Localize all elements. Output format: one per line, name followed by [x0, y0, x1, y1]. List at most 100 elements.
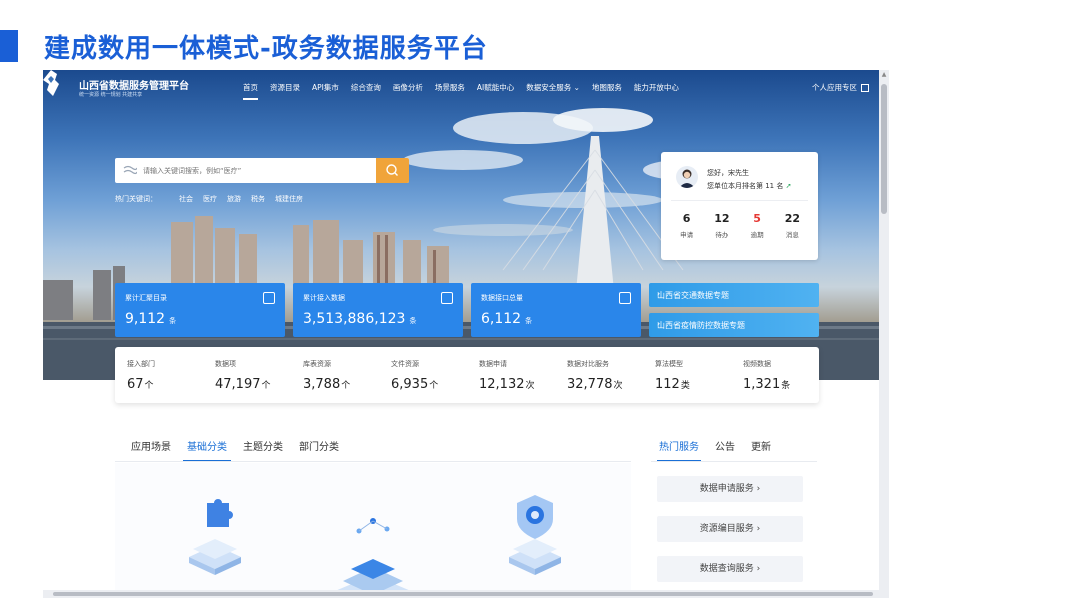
vertical-scroll-thumb[interactable] [881, 84, 887, 214]
metric-number: 3,788 [303, 377, 341, 392]
metric-number: 6,935 [391, 377, 429, 392]
metric-3[interactable]: 文件资源 6,935个 [379, 347, 467, 403]
metric-6[interactable]: 算法模型 112类 [643, 347, 731, 403]
metrics-strip: 接入部门 67个 数据项 47,197个 库表资源 3,788个 文件资源 6,935个 数据申… [115, 347, 819, 403]
service-item-1[interactable]: 资源编目服务 › [657, 516, 803, 542]
vertical-scrollbar[interactable]: ▲ ▼ [879, 70, 889, 598]
stat-card-value: 9,112 条 [125, 311, 176, 327]
user-greeting: 您好，宋先生 [707, 169, 749, 177]
rank-up-arrow-icon: ➚ [785, 182, 792, 190]
user-stat-value: 22 [784, 212, 801, 225]
search-input[interactable] [143, 162, 363, 179]
category-illustration [189, 495, 561, 598]
shield-category-icon [509, 495, 561, 575]
tabs-divider [115, 461, 631, 462]
database-icon [441, 292, 453, 304]
nav-item-7[interactable]: 数据安全服务 ⌄ [526, 82, 580, 93]
nav-item-0[interactable]: 首页 [243, 82, 258, 100]
horizontal-scroll-thumb[interactable] [53, 592, 873, 596]
platform-name: 山西省数据服务管理平台 [79, 81, 189, 92]
topic-link-0[interactable]: 山西省交通数据专题 › [649, 283, 819, 307]
metric-label: 数据项 [215, 360, 236, 368]
nav-item-3[interactable]: 综合查询 [351, 82, 381, 93]
nav-item-1[interactable]: 资源目录 [270, 82, 300, 93]
metric-4[interactable]: 数据申请 12,132次 [467, 347, 555, 403]
network-category-icon [335, 518, 411, 598]
metric-unit: 次 [613, 381, 623, 391]
hot-keyword-3[interactable]: 税务 [251, 194, 265, 204]
user-stat-value: 5 [753, 212, 761, 225]
hot-keyword-2[interactable]: 旅游 [227, 194, 241, 204]
tab-2[interactable]: 主题分类 [235, 432, 291, 459]
stat-card-0[interactable]: 累计汇聚目录 9,112 条 [115, 283, 285, 337]
divider [671, 200, 808, 201]
metric-value: 12,132次 [479, 377, 535, 392]
nav-item-8[interactable]: 地图服务 [592, 82, 622, 93]
nav-item-6[interactable]: AI赋能中心 [477, 82, 514, 93]
metric-number: 12,132 [479, 377, 525, 392]
service-tab-0[interactable]: 热门服务 [651, 432, 707, 462]
service-item-2[interactable]: 数据查询服务 › [657, 556, 803, 582]
metric-label: 文件资源 [391, 360, 419, 368]
metric-7[interactable]: 视频数据 1,321条 [731, 347, 819, 403]
user-stat-消息[interactable]: 22 消息 [776, 212, 808, 239]
metric-unit: 个 [429, 381, 439, 391]
tab-1[interactable]: 基础分类 [179, 432, 235, 462]
metric-number: 112 [655, 377, 680, 392]
stat-card-unit: 条 [169, 317, 177, 325]
topic-link-1[interactable]: 山西省疫情防控数据专题 › [649, 313, 819, 337]
scroll-up-icon[interactable]: ▲ [881, 72, 887, 78]
nav-item-4[interactable]: 画像分析 [393, 82, 423, 93]
metric-number: 1,321 [743, 377, 781, 392]
hot-keyword-4[interactable]: 城建住房 [275, 194, 303, 204]
search-button[interactable] [376, 158, 409, 183]
grid-icon [263, 292, 275, 304]
category-content [115, 463, 631, 598]
horizontal-scrollbar[interactable] [43, 590, 889, 598]
avatar[interactable] [676, 166, 698, 188]
metric-unit: 次 [525, 381, 535, 391]
metric-2[interactable]: 库表资源 3,788个 [291, 347, 379, 403]
metric-unit: 个 [261, 381, 271, 391]
nav-item-2[interactable]: API集市 [312, 82, 339, 93]
user-stat-逾期[interactable]: 5 逾期 [741, 212, 773, 239]
search-bar [115, 158, 409, 183]
hot-keywords-label: 热门关键词： [115, 195, 157, 203]
metric-label: 数据对比服务 [567, 360, 609, 368]
service-tab-1[interactable]: 公告 [707, 432, 743, 459]
metric-value: 3,788个 [303, 377, 350, 392]
tab-3[interactable]: 部门分类 [291, 432, 347, 459]
stat-card-label: 累计接入数据 [303, 294, 345, 302]
user-stat-value: 6 [682, 212, 691, 225]
metric-5[interactable]: 数据对比服务 32,778次 [555, 347, 643, 403]
platform-logo-icon[interactable] [43, 70, 59, 96]
user-stat-label: 逾期 [750, 231, 764, 239]
slide: 建成数用一体模式-政务数据服务平台 山西省数据服务管理平台 统一资源 统一规划 … [0, 0, 1080, 608]
chevron-right-icon: › [657, 319, 661, 328]
metric-1[interactable]: 数据项 47,197个 [203, 347, 291, 403]
metric-value: 112类 [655, 377, 690, 392]
metric-label: 库表资源 [303, 360, 331, 368]
nav-item-9[interactable]: 能力开放中心 [634, 82, 679, 93]
metric-unit: 个 [341, 381, 351, 391]
stat-card-2[interactable]: 数据接口总量 6,112 条 [471, 283, 641, 337]
personal-app-zone-link[interactable]: 个人应用专区 [812, 82, 869, 93]
puzzle-category-icon [189, 499, 241, 575]
tab-0[interactable]: 应用场景 [123, 432, 179, 459]
service-item-0[interactable]: 数据申请服务 › [657, 476, 803, 502]
metric-label: 算法模型 [655, 360, 683, 368]
user-stat-label: 申请 [680, 231, 694, 239]
user-stat-待办[interactable]: 12 待办 [706, 212, 738, 239]
hot-keyword-0[interactable]: 社会 [179, 194, 193, 204]
metric-number: 32,778 [567, 377, 613, 392]
metric-0[interactable]: 接入部门 67个 [115, 347, 203, 403]
nav-item-5[interactable]: 场景服务 [435, 82, 465, 93]
hot-keyword-1[interactable]: 医疗 [203, 194, 217, 204]
stat-card-number: 6,112 [481, 311, 522, 327]
user-stat-申请[interactable]: 6 申请 [671, 212, 703, 239]
service-tabs: 热门服务 公告 更新 [651, 432, 779, 462]
user-stat-label: 消息 [785, 231, 799, 239]
service-tab-2[interactable]: 更新 [743, 432, 779, 459]
external-link-icon [861, 83, 869, 92]
stat-card-1[interactable]: 累计接入数据 3,513,886,123 条 [293, 283, 463, 337]
